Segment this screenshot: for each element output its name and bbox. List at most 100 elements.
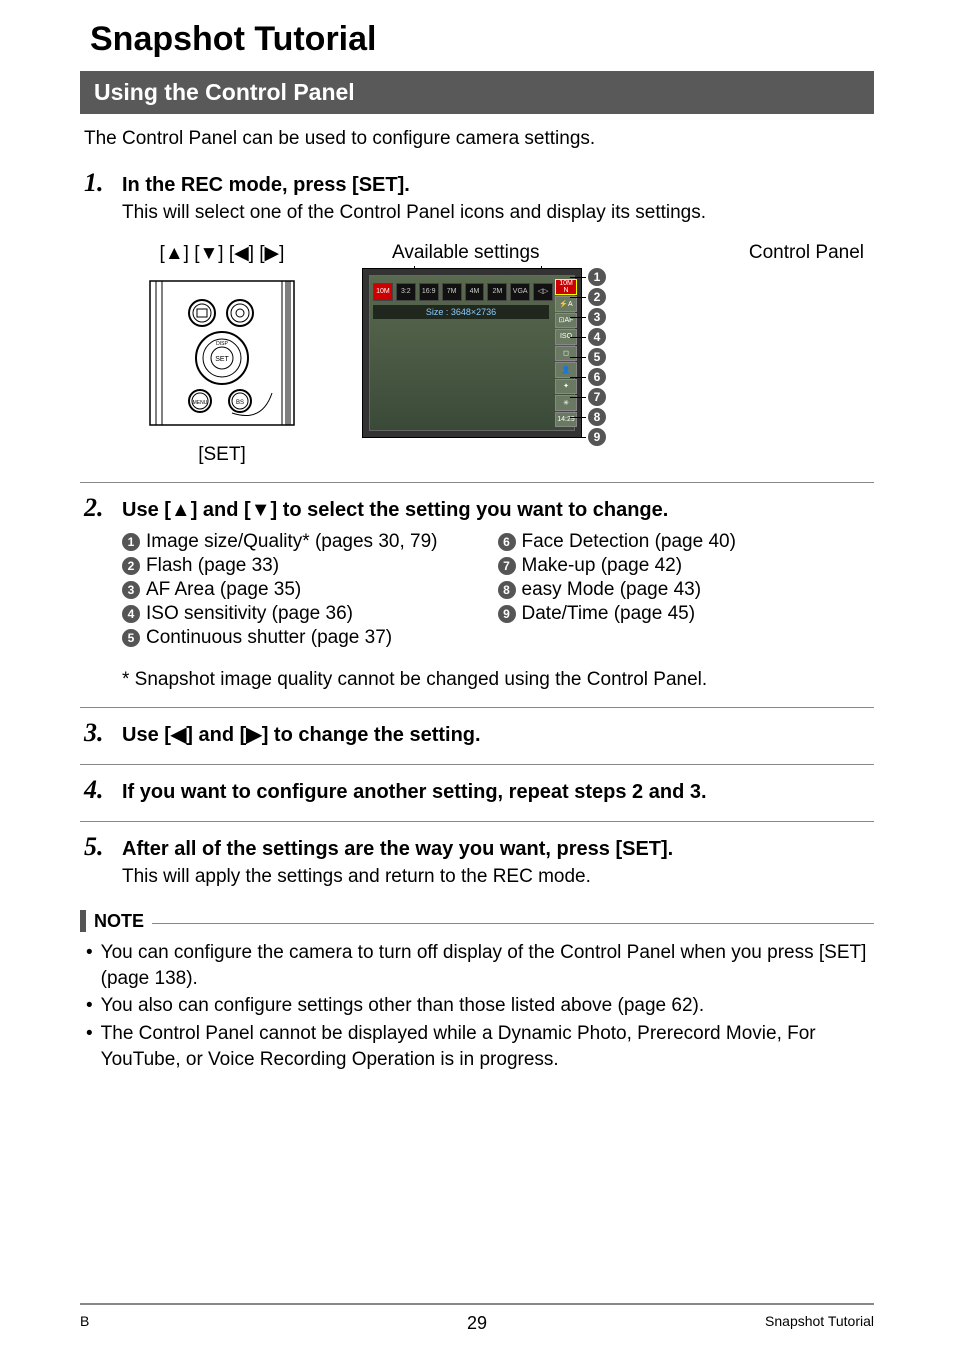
step-title: After all of the settings are the way yo… [122, 838, 673, 861]
callout-num: 1 [588, 268, 606, 286]
down-triangle-icon: ▼ [251, 499, 271, 521]
strip-item: VGA [510, 283, 530, 301]
note-label: NOTE [94, 911, 144, 932]
step-3: 3. Use [◀] and [▶] to change the setting… [80, 718, 874, 748]
strip-item: 10M [373, 283, 393, 301]
strip-item: ◁▷ [533, 283, 553, 301]
note-text: You also can configure settings other th… [101, 993, 704, 1019]
callout-num: 5 [588, 348, 606, 366]
note-item: The Control Panel cannot be displayed wh… [86, 1021, 874, 1072]
step-num: 4. [84, 775, 112, 805]
intro-text: The Control Panel can be used to configu… [84, 128, 874, 150]
camera-back-illustration: SET DISP MENU BS [142, 273, 302, 433]
list-label: AF Area (page 35) [146, 579, 301, 601]
list-item: 1 Image size/Quality* (pages 30, 79) [122, 531, 438, 553]
note-bar-icon [80, 910, 86, 932]
note-item: You also can configure settings other th… [86, 993, 874, 1019]
svg-text:MENU: MENU [193, 400, 208, 406]
up-triangle-icon: ▲ [171, 499, 191, 521]
num-badge: 5 [122, 629, 140, 647]
note-block: NOTE You can configure the camera to tur… [80, 910, 874, 1072]
note-text: The Control Panel cannot be displayed wh… [101, 1021, 874, 1072]
set-label: [SET] [122, 444, 322, 466]
step-4: 4. If you want to configure another sett… [80, 775, 874, 805]
step-num: 1. [84, 168, 112, 198]
num-badge: 4 [122, 605, 140, 623]
callout-num: 7 [588, 388, 606, 406]
control-panel-label: Control Panel [749, 242, 864, 264]
side-item: 14:29 [555, 412, 577, 428]
list-item: 7 Make-up (page 42) [498, 555, 736, 577]
screen-illustration: 10M 3:2 16:9 7M 4M 2M VGA ◁▷ Size : 3648… [362, 268, 582, 438]
dpad-label: [▲] [▼] [◀] [▶] [122, 242, 322, 265]
num-badge: 7 [498, 557, 516, 575]
t: ] to change the setting. [262, 724, 481, 746]
num-badge: 1 [122, 533, 140, 551]
step-title: Use [◀] and [▶] to change the setting. [122, 722, 481, 747]
page-footer: B 29 Snapshot Tutorial [80, 1303, 874, 1329]
list-item: 2 Flash (page 33) [122, 555, 438, 577]
list-label: ISO sensitivity (page 36) [146, 603, 353, 625]
divider [80, 764, 874, 765]
footnote: * Snapshot image quality cannot be chang… [122, 669, 874, 691]
divider [80, 482, 874, 483]
list-item: 4 ISO sensitivity (page 36) [122, 603, 438, 625]
note-text: You can configure the camera to turn off… [101, 940, 874, 991]
num-badge: 8 [498, 581, 516, 599]
side-item: ⚡A [555, 296, 577, 312]
step-num: 5. [84, 832, 112, 862]
list-label: Continuous shutter (page 37) [146, 627, 392, 649]
svg-text:SET: SET [215, 356, 229, 363]
step-num: 2. [84, 493, 112, 523]
strip-item: 3:2 [396, 283, 416, 301]
figure-camera-back: [▲] [▼] [◀] [▶] SET DISP [122, 242, 322, 466]
list-label: Face Detection (page 40) [522, 531, 736, 553]
num-badge: 9 [498, 605, 516, 623]
step-subtext: This will select one of the Control Pane… [122, 202, 874, 224]
step-title: In the REC mode, press [SET]. [122, 174, 410, 197]
strip-item: 7M [442, 283, 462, 301]
callout-num: 8 [588, 408, 606, 426]
step-title: Use [▲] and [▼] to select the setting yo… [122, 499, 668, 522]
list-item: 9 Date/Time (page 45) [498, 603, 736, 625]
page-title: Snapshot Tutorial [80, 20, 874, 59]
callout-num: 9 [588, 428, 606, 446]
step-2: 2. Use [▲] and [▼] to select the setting… [80, 493, 874, 691]
strip-item: 4M [465, 283, 485, 301]
side-item: ◻ [555, 346, 577, 362]
callout-num: 4 [588, 328, 606, 346]
step-subtext: This will apply the settings and return … [122, 866, 874, 888]
num-badge: 2 [122, 557, 140, 575]
t: ] and [ [191, 499, 251, 521]
list-item: 3 AF Area (page 35) [122, 579, 438, 601]
num-badge: 3 [122, 581, 140, 599]
step-num: 3. [84, 718, 112, 748]
divider [80, 707, 874, 708]
side-item: 10M N [555, 279, 577, 295]
step-5: 5. After all of the settings are the way… [80, 832, 874, 888]
note-line [152, 923, 874, 924]
side-item: ⊡AF [555, 313, 577, 329]
num-badge: 6 [498, 533, 516, 551]
list-label: Make-up (page 42) [522, 555, 683, 577]
callout-num: 2 [588, 288, 606, 306]
svg-text:DISP: DISP [216, 341, 228, 347]
list-label: Date/Time (page 45) [522, 603, 696, 625]
section-heading: Using the Control Panel [80, 71, 874, 114]
side-item: ✦ [555, 379, 577, 395]
strip-item: 2M [487, 283, 507, 301]
divider [80, 821, 874, 822]
step-1: 1. In the REC mode, press [SET]. This wi… [80, 168, 874, 466]
t: ] and [ [186, 724, 246, 746]
list-label: Image size/Quality* (pages 30, 79) [146, 531, 438, 553]
side-item: 👤 [555, 362, 577, 378]
list-label: Flash (page 33) [146, 555, 279, 577]
step-title: If you want to configure another setting… [122, 781, 707, 804]
svg-text:BS: BS [236, 400, 244, 406]
list-item: 6 Face Detection (page 40) [498, 531, 736, 553]
note-item: You can configure the camera to turn off… [86, 940, 874, 991]
available-settings-label: Available settings [392, 242, 540, 264]
right-triangle-icon: ▶ [246, 724, 261, 746]
settings-list: 1 Image size/Quality* (pages 30, 79) 2 Fla… [122, 531, 874, 651]
callout-num: 6 [588, 368, 606, 386]
